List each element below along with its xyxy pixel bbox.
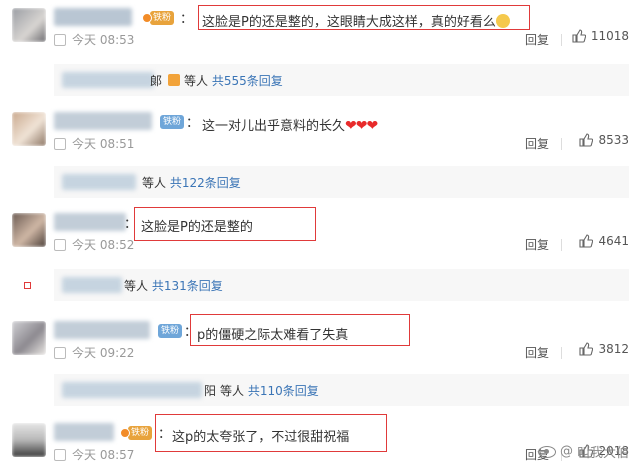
- badge-ring-icon: [120, 428, 130, 438]
- like-button[interactable]: 4641: [579, 234, 629, 248]
- weibo-logo-icon: [537, 445, 556, 458]
- timestamp: 今天 08:53: [54, 31, 134, 48]
- avatar[interactable]: [12, 321, 46, 355]
- thumbs-up-icon: [572, 29, 586, 43]
- timestamp: 今天 08:52: [54, 236, 134, 253]
- avatar[interactable]: [12, 213, 46, 247]
- thumbs-up-icon: [579, 234, 594, 248]
- timestamp: 今天 08:57: [54, 446, 134, 463]
- fan-badge-mini: [168, 74, 180, 86]
- fan-badge[interactable]: 铁粉: [120, 426, 153, 440]
- comment-text: 这脸是P的还是整的，这眼睛大成这样，真的好看么: [202, 11, 510, 30]
- username[interactable]: [54, 423, 114, 441]
- fan-badge[interactable]: 铁粉: [142, 11, 175, 25]
- thumbs-up-icon: [579, 133, 594, 147]
- device-icon: [54, 33, 66, 46]
- sub-end-char: 阳: [204, 384, 217, 398]
- comment-text: 这p的太夸张了，不过很甜祝福: [172, 430, 350, 445]
- like-button[interactable]: 3812: [579, 342, 629, 356]
- reply-button[interactable]: 回复: [525, 236, 549, 253]
- device-icon: [54, 448, 66, 461]
- thumbs-up-icon: [579, 342, 594, 356]
- thinking-face-icon: [495, 14, 510, 28]
- avatar[interactable]: [12, 112, 46, 146]
- comment-text: 这一对儿出乎意料的长久❤❤❤: [202, 118, 378, 134]
- colon: ：: [158, 427, 172, 442]
- sub-replies-row[interactable]: 等人 共131条回复: [0, 269, 641, 301]
- sub-replies-text: 等人 共555条回复: [184, 74, 283, 88]
- reply-button[interactable]: 回复: [525, 31, 549, 48]
- device-icon: [54, 238, 66, 251]
- reply-button[interactable]: 回复: [525, 135, 549, 152]
- username[interactable]: [54, 8, 132, 26]
- fan-badge[interactable]: 铁粉: [158, 324, 183, 338]
- sub-end-char: 郞: [150, 74, 163, 88]
- reply-count-link[interactable]: 共122条回复: [170, 176, 241, 190]
- comment-item: ： 这脸是P的还是整的 今天 08:52 回复 4641: [0, 207, 641, 265]
- device-icon: [54, 137, 66, 150]
- sub-replies-row[interactable]: 等人 共122条回复: [0, 166, 641, 198]
- timestamp: 今天 09:22: [54, 344, 134, 361]
- reply-usernames: [62, 72, 154, 88]
- sub-replies-row[interactable]: 郞 等人 共555条回复: [0, 64, 641, 96]
- reply-usernames: [62, 277, 122, 293]
- device-icon: [54, 346, 66, 359]
- timestamp: 今天 08:51: [54, 135, 134, 152]
- heart-emoji: ❤❤❤: [345, 118, 378, 134]
- badge-ring-icon: [142, 13, 152, 23]
- divider: [561, 239, 562, 251]
- divider: [561, 34, 562, 46]
- weibo-watermark: @ 叫我大伯: [537, 442, 629, 461]
- divider: [561, 138, 562, 150]
- reply-count-link[interactable]: 共555条回复: [212, 74, 283, 88]
- username[interactable]: [54, 321, 150, 339]
- reply-button[interactable]: 回复: [525, 344, 549, 361]
- comment-text: 这脸是P的还是整的: [141, 220, 253, 235]
- comment-text: p的僵硬之际太难看了失真: [197, 328, 349, 343]
- fan-badge[interactable]: 铁粉: [160, 115, 185, 129]
- reply-count-link[interactable]: 共131条回复: [152, 279, 223, 293]
- sub-replies-row[interactable]: 阳 等人 共110条回复: [0, 374, 641, 406]
- avatar[interactable]: [12, 8, 46, 42]
- like-button[interactable]: 11018: [572, 29, 629, 43]
- reply-usernames: [62, 174, 136, 190]
- avatar[interactable]: [12, 423, 46, 457]
- comment-item: 铁粉 ： p的僵硬之际太难看了失真 今天 09:22 回复 3812: [0, 314, 641, 373]
- comment-item: 铁粉 ： 这脸是P的还是整的，这眼睛大成这样，真的好看么 今天 08:53 回复…: [0, 2, 641, 60]
- sub-replies-text: 等人 共122条回复: [142, 176, 241, 190]
- reply-count-link[interactable]: 共110条回复: [248, 384, 319, 398]
- like-button[interactable]: 8533: [579, 133, 629, 147]
- divider: [561, 347, 562, 359]
- sub-replies-panel: [54, 166, 629, 198]
- reply-usernames: [62, 382, 202, 398]
- username[interactable]: [54, 213, 126, 231]
- colon: ：: [186, 116, 200, 131]
- sub-replies-text: 等人 共110条回复: [220, 384, 319, 398]
- sub-replies-text: 等人 共131条回复: [124, 279, 223, 293]
- comment-item: 铁粉 ： 这一对儿出乎意料的长久❤❤❤ 今天 08:51 回复 8533: [0, 106, 641, 164]
- colon: ：: [180, 12, 194, 27]
- username[interactable]: [54, 112, 152, 130]
